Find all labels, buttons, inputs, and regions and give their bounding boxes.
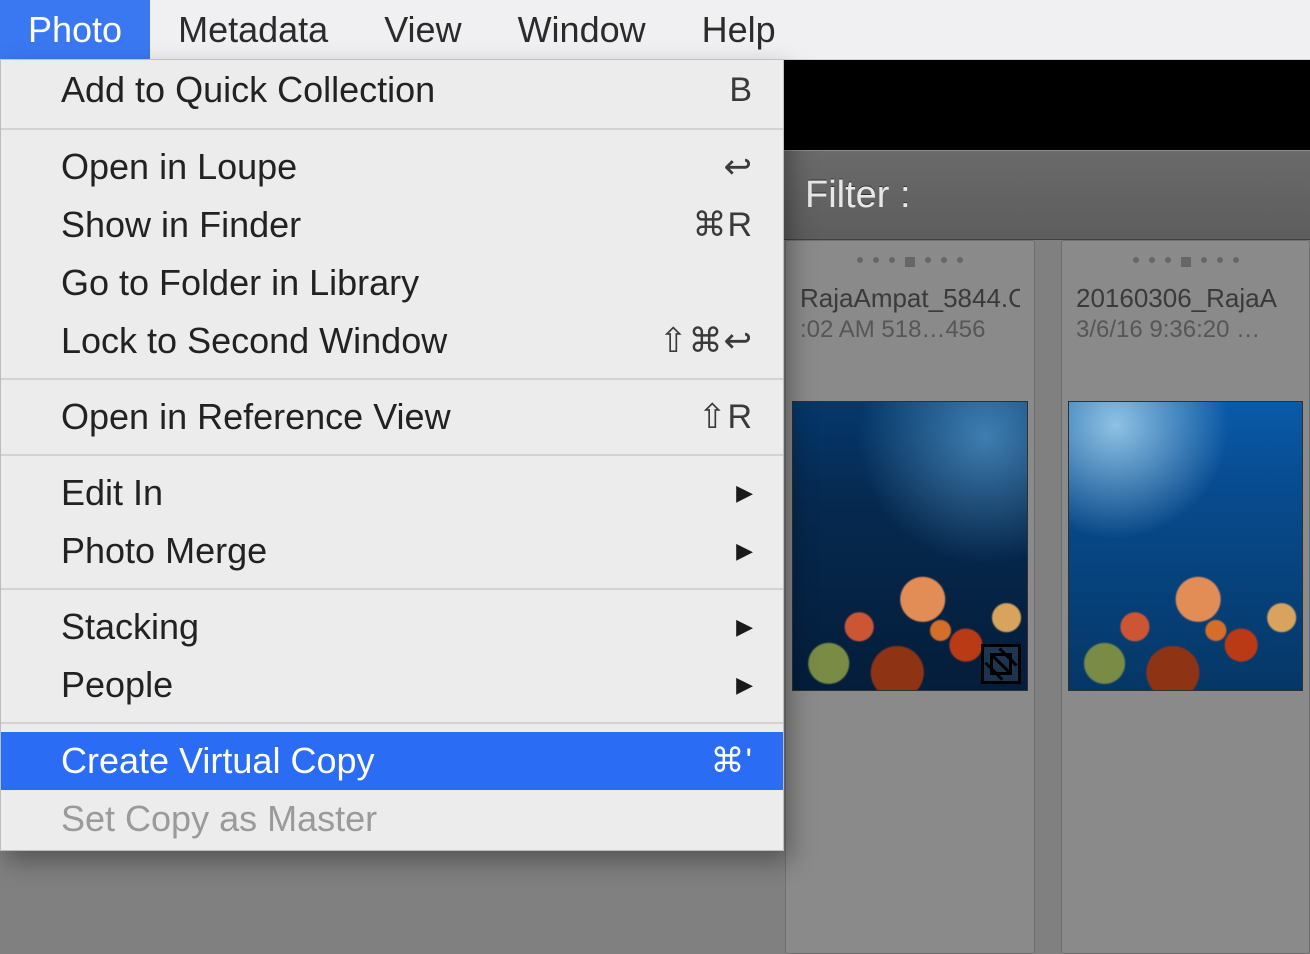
pager-dots — [1076, 257, 1295, 267]
submenu-arrow-icon: ▶ — [736, 538, 753, 564]
menu-label: Metadata — [178, 9, 328, 51]
menu-label: View — [384, 9, 461, 51]
menu-label: Photo — [28, 9, 122, 51]
menu-item-set-copy-as-master: Set Copy as Master — [1, 790, 783, 848]
thumbnail-meta: 3/6/16 9:36:20 … — [1076, 316, 1295, 344]
menu-separator — [1, 722, 783, 724]
photo-menu-dropdown: Add to Quick Collection B Open in Loupe … — [0, 60, 784, 851]
menu-item-lock-second-window[interactable]: Lock to Second Window ⇧⌘↩ — [1, 312, 783, 370]
menu-item-label: Lock to Second Window — [61, 320, 659, 362]
menu-item-shortcut: ↩ — [724, 147, 754, 187]
thumbnail-image[interactable] — [1068, 401, 1303, 691]
menu-item-people[interactable]: People ▶ — [1, 656, 783, 714]
menu-item-label: Photo Merge — [61, 530, 736, 572]
metadata-badge-icon[interactable] — [981, 644, 1021, 684]
menu-item-label: Set Copy as Master — [61, 798, 753, 840]
menu-label: Help — [702, 9, 776, 51]
menu-item-label: Create Virtual Copy — [61, 740, 711, 782]
menu-item-go-to-folder[interactable]: Go to Folder in Library — [1, 254, 783, 312]
menu-item-shortcut: ⌘R — [692, 205, 753, 245]
menu-metadata[interactable]: Metadata — [150, 0, 356, 59]
filter-label: Filter : — [805, 174, 911, 217]
menu-item-edit-in[interactable]: Edit In ▶ — [1, 464, 783, 522]
menu-item-open-reference-view[interactable]: Open in Reference View ⇧R — [1, 388, 783, 446]
menu-separator — [1, 454, 783, 456]
menu-help[interactable]: Help — [674, 0, 804, 59]
pager-dots — [800, 257, 1020, 267]
thumbnail-filename: RajaAmpat_5844.CR2 — [800, 283, 1020, 314]
menu-item-label: Stacking — [61, 606, 736, 648]
menu-item-label: Show in Finder — [61, 204, 692, 246]
menu-item-shortcut: ⌘' — [711, 741, 754, 781]
menu-photo[interactable]: Photo — [0, 0, 150, 59]
menu-separator — [1, 128, 783, 130]
menu-item-shortcut: ⇧⌘↩ — [659, 321, 753, 361]
menu-item-label: People — [61, 664, 736, 706]
thumbnail-header: RajaAmpat_5844.CR2 :02 AM 518…456 — [786, 253, 1034, 373]
menu-item-label: Open in Reference View — [61, 396, 698, 438]
thumbnail-image[interactable] — [792, 401, 1028, 691]
menu-item-create-virtual-copy[interactable]: Create Virtual Copy ⌘' — [1, 732, 783, 790]
thumbnail-meta: :02 AM 518…456 — [800, 316, 1020, 344]
menu-label: Window — [518, 9, 646, 51]
thumbnail-filename: 20160306_RajaA — [1076, 283, 1295, 314]
menu-view[interactable]: View — [356, 0, 489, 59]
menu-item-label: Edit In — [61, 472, 736, 514]
thumbnail-cell[interactable]: RajaAmpat_5844.CR2 :02 AM 518…456 — [785, 240, 1035, 954]
menu-item-shortcut: ⇧R — [698, 397, 753, 437]
menu-item-open-in-loupe[interactable]: Open in Loupe ↩ — [1, 138, 783, 196]
menu-item-photo-merge[interactable]: Photo Merge ▶ — [1, 522, 783, 580]
submenu-arrow-icon: ▶ — [736, 672, 753, 698]
menu-item-label: Add to Quick Collection — [61, 69, 729, 111]
menu-item-show-in-finder[interactable]: Show in Finder ⌘R — [1, 196, 783, 254]
menu-item-add-to-quick-collection[interactable]: Add to Quick Collection B — [1, 60, 783, 120]
thumbnail-header: 20160306_RajaA 3/6/16 9:36:20 … — [1062, 253, 1309, 373]
menu-item-label: Open in Loupe — [61, 146, 724, 188]
thumbnail-cell[interactable]: 20160306_RajaA 3/6/16 9:36:20 … — [1061, 240, 1310, 954]
menu-separator — [1, 588, 783, 590]
menu-item-shortcut: B — [729, 71, 753, 110]
submenu-arrow-icon: ▶ — [736, 480, 753, 506]
menubar: Photo Metadata View Window Help — [0, 0, 1310, 60]
coral-illustration — [1068, 517, 1303, 691]
menu-separator — [1, 378, 783, 380]
menu-item-label: Go to Folder in Library — [61, 262, 753, 304]
menu-window[interactable]: Window — [490, 0, 674, 59]
menu-item-stacking[interactable]: Stacking ▶ — [1, 598, 783, 656]
submenu-arrow-icon: ▶ — [736, 614, 753, 640]
